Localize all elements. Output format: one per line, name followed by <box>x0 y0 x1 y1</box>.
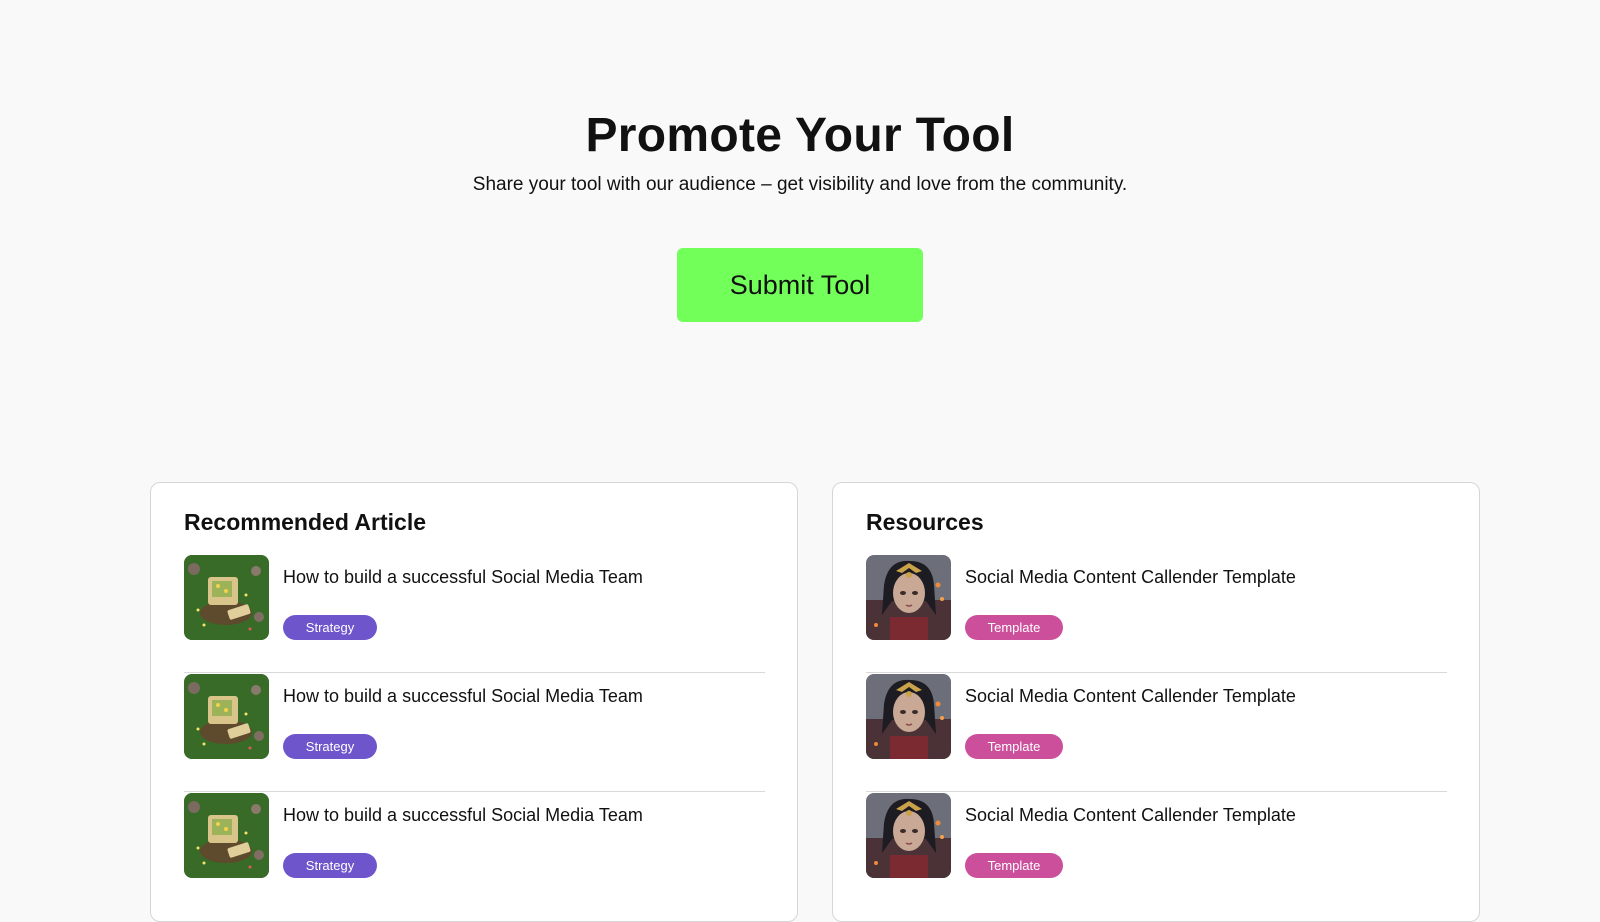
template-badge[interactable]: Template <box>965 615 1063 640</box>
article-title[interactable]: How to build a successful Social Media T… <box>283 684 643 708</box>
resources-card: Resources Social Media Content Callender… <box>832 482 1480 922</box>
retro-computer-garden-icon[interactable] <box>184 555 269 640</box>
warrior-portrait-icon[interactable] <box>866 793 951 878</box>
article-title[interactable]: How to build a successful Social Media T… <box>283 803 643 827</box>
strategy-badge[interactable]: Strategy <box>283 615 377 640</box>
resources-title: Resources <box>866 509 984 535</box>
resource-title[interactable]: Social Media Content Callender Template <box>965 684 1296 708</box>
warrior-portrait-icon[interactable] <box>866 674 951 759</box>
template-badge[interactable]: Template <box>965 734 1063 759</box>
recommended-article-title: Recommended Article <box>184 509 426 535</box>
retro-computer-garden-icon[interactable] <box>184 793 269 878</box>
strategy-badge[interactable]: Strategy <box>283 734 377 759</box>
article-list-item[interactable]: How to build a successful Social Media T… <box>184 674 765 792</box>
template-badge[interactable]: Template <box>965 853 1063 878</box>
resource-list-item[interactable]: Social Media Content Callender Template … <box>866 555 1447 673</box>
recommended-article-card: Recommended Article How to build a succe… <box>150 482 798 922</box>
resource-list-item[interactable]: Social Media Content Callender Template … <box>866 674 1447 792</box>
strategy-badge[interactable]: Strategy <box>283 853 377 878</box>
resource-title[interactable]: Social Media Content Callender Template <box>965 565 1296 589</box>
page-title: Promote Your Tool <box>585 109 1015 162</box>
retro-computer-garden-icon[interactable] <box>184 674 269 759</box>
resource-title[interactable]: Social Media Content Callender Template <box>965 803 1296 827</box>
article-list-item[interactable]: How to build a successful Social Media T… <box>184 555 765 673</box>
submit-tool-button[interactable]: Submit Tool <box>677 248 923 322</box>
warrior-portrait-icon[interactable] <box>866 555 951 640</box>
article-list-item[interactable]: How to build a successful Social Media T… <box>184 793 765 911</box>
page-subtitle: Share your tool with our audience – get … <box>472 174 1128 195</box>
article-title[interactable]: How to build a successful Social Media T… <box>283 565 643 589</box>
resource-list-item[interactable]: Social Media Content Callender Template … <box>866 793 1447 911</box>
